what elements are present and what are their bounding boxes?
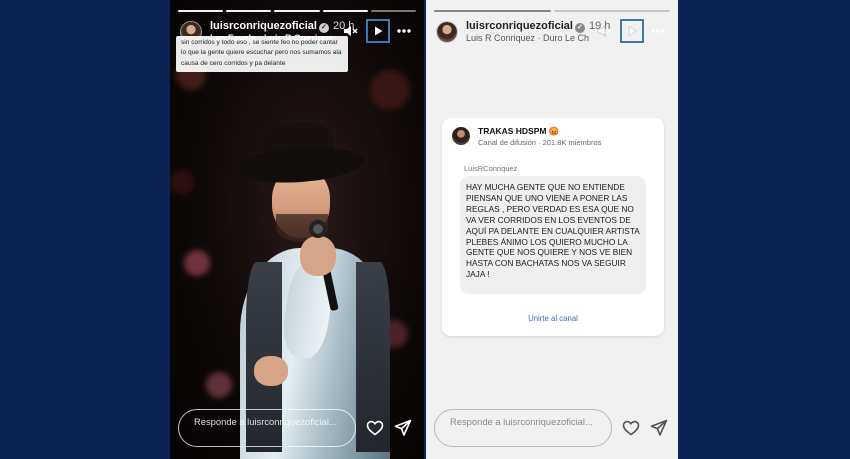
- more-options-icon[interactable]: [646, 19, 670, 43]
- story-header: luisrconriquezoficial ✓ 19 h Luis R Conriq…: [434, 18, 670, 48]
- reply-input[interactable]: Responde a luisrconriquezoficial...: [178, 409, 356, 447]
- play-icon[interactable]: [620, 19, 644, 43]
- send-icon[interactable]: [650, 419, 668, 437]
- story-viewer-right[interactable]: luisrconriquezoficial ✓ 19 h Luis R Conriq…: [426, 0, 678, 459]
- message-sender: LuisRConriquez: [464, 164, 518, 173]
- story-caption-text: sin corridos y todo eso , se siente feo …: [176, 36, 348, 73]
- more-options-icon[interactable]: [392, 19, 416, 43]
- story-username[interactable]: luisrconriquezoficial ✓ 19 h: [466, 20, 610, 33]
- heart-icon[interactable]: [622, 419, 640, 437]
- story-footer: Responde a luisrconriquezoficial...: [178, 409, 416, 447]
- speaker-muted-icon[interactable]: [592, 19, 616, 43]
- channel-message-bubble: HAY MUCHA GENTE QUE NO ENTIENDE PIENSAN …: [460, 176, 646, 294]
- channel-avatar: [452, 127, 470, 145]
- verified-badge-icon: ✓: [574, 23, 585, 33]
- avatar[interactable]: [436, 21, 458, 43]
- verified-badge-icon: ✓: [318, 23, 329, 33]
- story-viewer-left[interactable]: luisrconriquezoficial✓20 h Las Favela · …: [170, 0, 424, 459]
- story-footer: Responde a luisrconriquezoficial...: [434, 409, 670, 447]
- broadcast-channel-card: TRAKAS HDSPM 😡 Canal de difusión · 201.8…: [442, 118, 664, 336]
- heart-icon[interactable]: [366, 419, 384, 437]
- channel-name: TRAKAS HDSPM 😡: [478, 126, 560, 136]
- join-channel-link[interactable]: Unirte al canal: [442, 314, 664, 323]
- story-progress-bar: [178, 10, 417, 12]
- story-username[interactable]: luisrconriquezoficial ✓ 20 h: [210, 20, 354, 33]
- story-music-label[interactable]: Luis R Conriquez · Duro Le Ch: [466, 33, 589, 43]
- reply-input[interactable]: Responde a luisrconriquezoficial...: [434, 409, 612, 447]
- send-icon[interactable]: [394, 419, 412, 437]
- story-progress-bar: [434, 10, 670, 12]
- play-icon[interactable]: [366, 19, 390, 43]
- channel-meta: Canal de difusión · 201.8K miembros: [478, 138, 602, 147]
